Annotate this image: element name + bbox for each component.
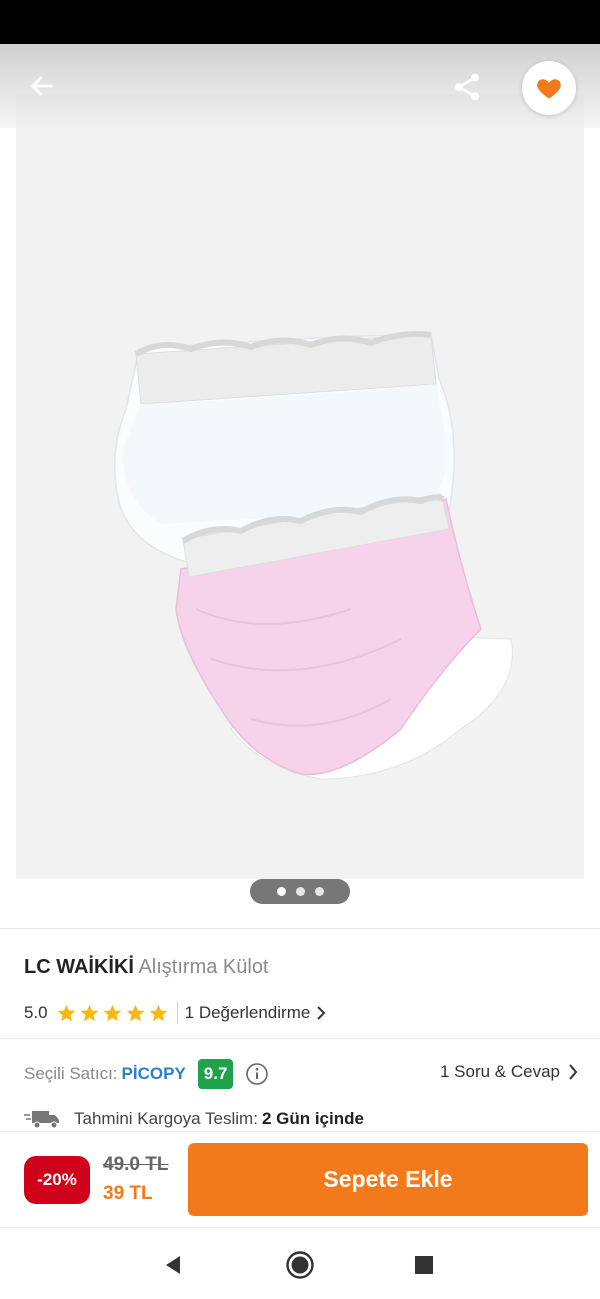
- qa-link-label: 1 Soru & Cevap: [439, 1062, 560, 1081]
- back-button[interactable]: [24, 68, 60, 104]
- pagination-dot[interactable]: [295, 887, 305, 896]
- divider: [0, 1038, 600, 1039]
- rating-row: 5.0 1 Değerlendirme: [24, 1000, 326, 1026]
- product-brand[interactable]: LC WAİKİKİ: [24, 956, 134, 978]
- image-pagination: [250, 879, 350, 904]
- star-icon: [103, 1004, 121, 1021]
- shipping-row: Tahmini Kargoya Teslim: 2 Gün içinde: [24, 1104, 364, 1134]
- product-title: LC WAİKİKİ Alıştırma Külot: [24, 956, 269, 979]
- pagination-dot[interactable]: [276, 887, 286, 896]
- status-bar: [0, 0, 600, 44]
- purchase-bar: -20% 49.0 TL 39 TL Sepete Ekle: [0, 1131, 600, 1227]
- share-button[interactable]: [448, 68, 486, 106]
- info-icon[interactable]: [245, 1062, 269, 1086]
- shipping-value: 2 Gün içinde: [261, 1109, 364, 1128]
- qa-link[interactable]: 1 Soru & Cevap: [440, 1062, 578, 1082]
- divider: [0, 928, 600, 929]
- seller-score-badge: 9.7: [197, 1059, 234, 1089]
- system-nav-bar: [0, 1227, 600, 1299]
- nav-back-button[interactable]: [158, 1250, 188, 1280]
- product-image: [113, 331, 513, 780]
- chevron-right-icon: [317, 1006, 326, 1020]
- reviews-link-label: 1 Değerlendirme: [184, 1003, 311, 1022]
- seller-label: Seçili Satıcı:: [24, 1064, 118, 1083]
- star-icon: [126, 1004, 144, 1021]
- share-icon: [455, 73, 479, 101]
- chevron-right-icon: [569, 1064, 578, 1080]
- product-gallery[interactable]: [0, 44, 600, 924]
- add-to-cart-button[interactable]: Sepete Ekle: [188, 1143, 588, 1216]
- nav-recents-button[interactable]: [409, 1250, 439, 1280]
- seller-name-link[interactable]: PİCOPY: [122, 1064, 186, 1084]
- shipping-label: Tahmini Kargoya Teslim:: [74, 1109, 258, 1128]
- pagination-dot[interactable]: [314, 887, 324, 896]
- nav-home-button[interactable]: [285, 1250, 315, 1280]
- product-name: Alıştırma Külot: [138, 956, 269, 978]
- separator: [176, 1002, 178, 1024]
- discount-badge: -20%: [24, 1156, 90, 1204]
- star-icon: [149, 1004, 167, 1021]
- header-overlay: [0, 44, 600, 128]
- new-price: 39 TL: [103, 1183, 153, 1204]
- heart-icon: [537, 79, 561, 99]
- back-arrow-icon: [31, 76, 53, 96]
- seller-row: Seçili Satıcı: PİCOPY 9.7: [24, 1058, 269, 1090]
- nav-recents-icon: [415, 1256, 433, 1274]
- reviews-link[interactable]: 1 Değerlendirme: [185, 1003, 327, 1023]
- nav-home-icon: [286, 1251, 314, 1279]
- star-icon: [57, 1004, 75, 1021]
- product-image-frame: [16, 94, 584, 879]
- nav-back-icon: [166, 1256, 180, 1274]
- rating-stars: [56, 1003, 169, 1024]
- rating-value: 5.0: [24, 1003, 48, 1022]
- star-icon: [80, 1004, 98, 1021]
- truck-icon: [24, 1111, 59, 1129]
- favorite-button[interactable]: [522, 61, 576, 115]
- old-price: 49.0 TL: [103, 1154, 169, 1175]
